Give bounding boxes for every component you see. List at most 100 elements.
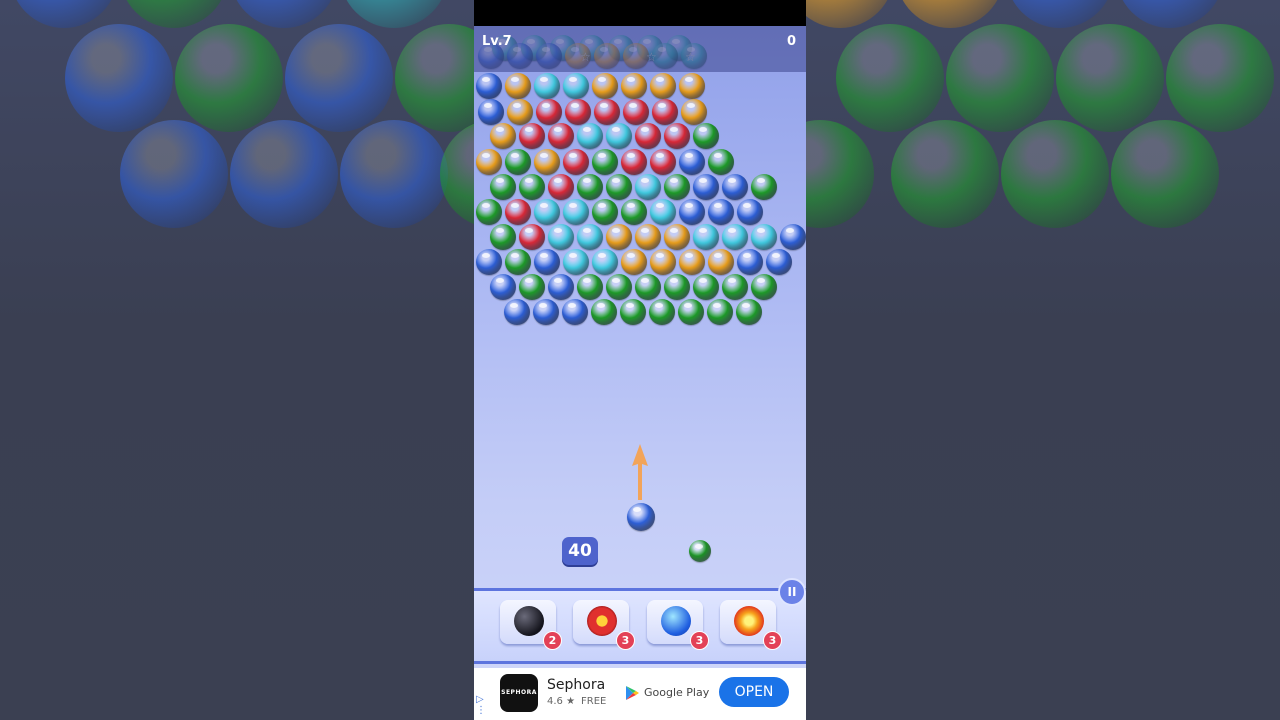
bubble — [664, 174, 690, 200]
store-label: Google Play — [644, 686, 710, 699]
status-bar — [474, 0, 806, 26]
bubble — [751, 224, 777, 250]
bubble — [577, 123, 603, 149]
bubble — [650, 249, 676, 275]
background-bubble — [1116, 0, 1224, 28]
bubble — [650, 73, 676, 99]
ad-title[interactable]: Sephora — [547, 677, 605, 693]
background-bubble — [806, 120, 874, 228]
background-bubble — [120, 0, 228, 28]
lightning-ball-icon — [661, 606, 691, 636]
bubble — [476, 149, 502, 175]
bubble — [548, 123, 574, 149]
pause-button[interactable]: II — [778, 578, 806, 606]
bubble — [708, 199, 734, 225]
bubble — [505, 73, 531, 99]
bubble — [519, 274, 545, 300]
background-bubble — [230, 0, 338, 28]
bubble — [693, 224, 719, 250]
bubble — [534, 73, 560, 99]
bomb-icon — [514, 606, 544, 636]
bubble — [621, 199, 647, 225]
bubble — [592, 199, 618, 225]
bubble — [519, 224, 545, 250]
booster-nuke-button[interactable]: 3 — [573, 600, 635, 650]
bubble — [592, 73, 618, 99]
bubble — [664, 274, 690, 300]
bubble — [722, 224, 748, 250]
bubble — [635, 224, 661, 250]
bubble — [737, 199, 763, 225]
bubble — [478, 99, 504, 125]
bubble — [490, 274, 516, 300]
booster-count: 2 — [543, 631, 562, 650]
bubble — [678, 299, 704, 325]
bubble — [534, 199, 560, 225]
bubble — [476, 199, 502, 225]
shooter-bubble[interactable] — [627, 503, 655, 531]
booster-fireball-button[interactable]: 3 — [720, 600, 782, 650]
bubble — [664, 123, 690, 149]
progress-star: ☆ — [580, 50, 591, 64]
background-bubble — [946, 24, 1054, 132]
bubble — [563, 73, 589, 99]
nuke-bomb-icon — [587, 606, 617, 636]
background-bubble — [395, 24, 474, 132]
bubble — [507, 99, 533, 125]
ad-rating: 4.6 ★ — [547, 696, 576, 707]
bubble — [548, 174, 574, 200]
bubble — [693, 174, 719, 200]
bubble — [751, 174, 777, 200]
booster-lightning-button[interactable]: 3 — [647, 600, 709, 650]
booster-count: 3 — [763, 631, 782, 650]
background-bubble — [1001, 120, 1109, 228]
bubble — [577, 224, 603, 250]
bubble — [679, 149, 705, 175]
bubble — [476, 73, 502, 99]
bubble — [620, 299, 646, 325]
bubble — [563, 149, 589, 175]
next-bubble[interactable] — [689, 540, 711, 562]
moves-counter: 40 — [562, 537, 598, 565]
bubble — [737, 249, 763, 275]
open-button[interactable]: OPEN — [719, 677, 789, 707]
booster-bomb-button[interactable]: 2 — [500, 600, 562, 650]
bubble — [693, 123, 719, 149]
bubble — [591, 299, 617, 325]
bubble — [722, 174, 748, 200]
bubble — [693, 274, 719, 300]
bubble — [606, 174, 632, 200]
bubble — [533, 299, 559, 325]
bubble — [592, 149, 618, 175]
aim-arrow-icon — [632, 444, 648, 500]
progress-star: ☆ — [646, 50, 657, 64]
background-bubble — [1111, 120, 1219, 228]
bubble — [635, 174, 661, 200]
bubble — [505, 149, 531, 175]
bubble — [606, 224, 632, 250]
bubble — [534, 249, 560, 275]
bubble — [664, 224, 690, 250]
bubble — [577, 174, 603, 200]
bubble — [536, 99, 562, 125]
background-bubble — [340, 0, 448, 28]
background-bubble — [230, 120, 338, 228]
game-screen[interactable]: Lv.7 0 ☆ ☆ ☆ 40 II 2 3 3 3 ▷ ⋮ SEPHORA S… — [474, 0, 806, 720]
background-bubble — [65, 24, 173, 132]
background-bubble — [1166, 24, 1274, 132]
hud-bar — [474, 26, 806, 72]
bubble — [534, 149, 560, 175]
bubble — [563, 249, 589, 275]
bubble — [679, 73, 705, 99]
background-bubble — [891, 120, 999, 228]
bubble — [621, 149, 647, 175]
background-bubble — [10, 0, 118, 28]
ad-info-icon[interactable]: ▷ ⋮ — [476, 694, 486, 716]
bubble — [504, 299, 530, 325]
progress-star: ☆ — [685, 50, 696, 64]
bubble — [722, 274, 748, 300]
booster-count: 3 — [616, 631, 635, 650]
bubble — [606, 123, 632, 149]
blurred-background-right — [806, 0, 1280, 720]
background-bubble — [175, 24, 283, 132]
